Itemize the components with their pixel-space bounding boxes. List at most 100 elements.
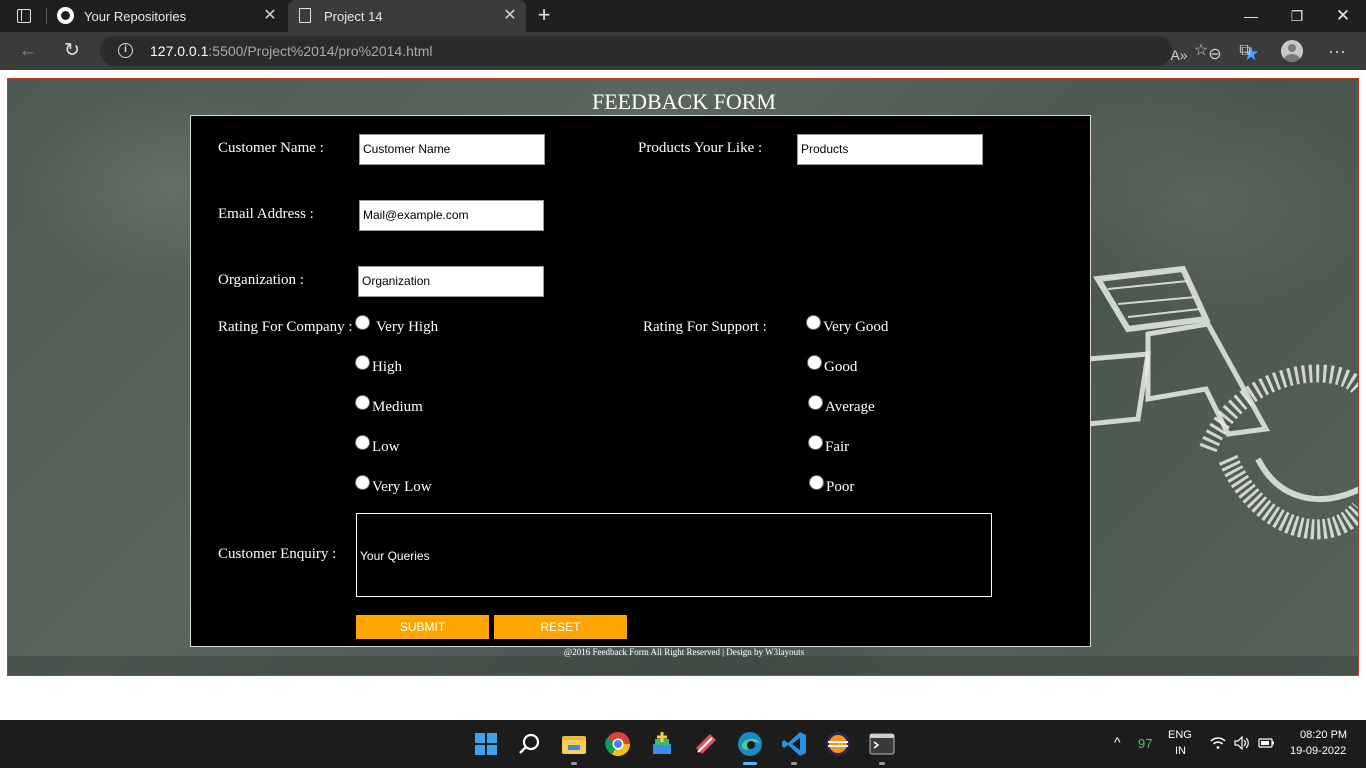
url-input[interactable]: i 127.0.0.1:5500/Project%2014/pro%2014.h… [100,36,1260,66]
feedback-form: Customer Name : Customer Name Products Y… [190,115,1091,647]
email-input[interactable]: Mail@example.com [359,200,544,231]
footer-copyright: @2016 Feedback Form All Right Reserved |… [563,647,805,657]
url-path: :5500/Project%2014/pro%2014.html [208,43,433,59]
running-indicator [571,762,577,765]
clock-time[interactable]: 08:20 PM [1300,729,1347,741]
radio-button[interactable] [808,435,823,450]
page-title: FEEDBACK FORM [592,89,776,114]
radio-label: High [372,359,402,375]
running-indicator [879,762,885,765]
company-rating-option[interactable]: Medium [355,395,423,416]
radio-button[interactable] [355,315,370,330]
windows-taskbar: ^ 97 ENG IN 08:20 PM 19-09-2022 [0,720,1366,768]
terminal-icon[interactable] [868,730,896,758]
tray-chevron-icon[interactable]: ^ [1114,734,1121,750]
products-value: Products [801,142,849,156]
radio-button[interactable] [809,475,824,490]
chalk-letters-decoration [1088,265,1358,540]
tab-close-icon[interactable]: ✕ [500,6,520,26]
browser-tab-bar: Your Repositories ✕ Project 14 ✕ + — ❐ ✕ [0,0,1366,32]
snipping-tool-icon[interactable] [692,730,720,758]
more-menu-icon[interactable]: ··· [1326,40,1348,62]
radio-button[interactable] [355,475,370,490]
app-installer-icon[interactable] [648,730,676,758]
email-value: Mail@example.com [363,208,469,222]
products-label: Products Your Like : [638,140,763,156]
organization-value: Organization [362,274,431,288]
tab-your-repositories[interactable]: Your Repositories ✕ [48,0,286,32]
tab-separator [46,8,47,24]
footer-strip [8,656,1358,675]
new-tab-button[interactable]: + [534,4,554,26]
profile-avatar-icon[interactable] [1281,40,1303,62]
radio-label: Low [372,439,400,455]
address-bar-row: ← ↻ i 127.0.0.1:5500/Project%2014/pro%20… [0,32,1366,70]
customer-name-input[interactable]: Customer Name [359,134,545,165]
site-info-icon[interactable]: i [118,43,133,58]
close-window-button[interactable]: ✕ [1320,4,1366,28]
chalkboard-background: FEEDBACK FORM Customer Name : Customer N… [7,78,1359,676]
region-indicator[interactable]: IN [1175,745,1186,757]
organization-input[interactable]: Organization [358,266,544,297]
company-rating-label: Rating For Company : [218,319,353,335]
file-explorer-icon[interactable] [560,730,588,758]
weather-value[interactable]: 97 [1138,736,1152,751]
radio-label: Fair [825,439,850,455]
clock-date[interactable]: 19-09-2022 [1290,745,1346,757]
tab-close-icon[interactable]: ✕ [260,6,280,26]
company-rating-option[interactable]: High [355,355,402,376]
organization-label: Organization : [218,272,304,288]
support-rating-option[interactable]: Poor [809,475,854,496]
radio-button[interactable] [808,395,823,410]
windows-start-icon[interactable] [472,730,500,758]
radio-label: Good [824,359,858,375]
support-rating-label: Rating For Support : [643,319,767,335]
collections-icon[interactable]: ⧉ [1234,40,1256,62]
support-rating-option[interactable]: Fair [808,435,849,456]
radio-label: Very Good [823,319,889,335]
radio-button[interactable] [355,355,370,370]
submit-button[interactable]: SUBMIT [356,615,489,639]
wifi-icon[interactable] [1210,736,1226,750]
tab-actions-icon[interactable] [10,6,38,26]
eclipse-icon[interactable] [824,730,852,758]
battery-icon[interactable] [1258,736,1276,750]
volume-icon[interactable] [1234,736,1250,750]
favorites-icon[interactable]: ☆ [1190,40,1212,62]
support-rating-option[interactable]: Very Good [806,315,888,336]
radio-button[interactable] [355,395,370,410]
vscode-icon[interactable] [780,730,808,758]
radio-button[interactable] [355,435,370,450]
enquiry-label: Customer Enquiry : [218,546,337,562]
radio-label: Medium [372,399,423,415]
search-icon[interactable] [516,730,544,758]
enquiry-placeholder: Your Queries [360,549,430,563]
radio-label: Very Low [372,479,432,495]
reset-button[interactable]: RESET [494,615,627,639]
enquiry-textarea[interactable]: Your Queries [356,513,992,597]
company-rating-option[interactable]: Very High [355,315,438,336]
tab-project-14[interactable]: Project 14 ✕ [288,0,526,32]
language-indicator[interactable]: ENG [1168,729,1192,741]
tab-title: Project 14 [324,9,383,24]
products-input[interactable]: Products [797,134,983,165]
maximize-button[interactable]: ❐ [1274,4,1320,28]
read-aloud-icon[interactable]: A» [1168,44,1190,66]
url-host: 127.0.0.1 [150,43,209,59]
running-indicator [791,762,797,765]
chrome-icon[interactable] [604,730,632,758]
edge-browser-icon[interactable] [736,730,764,758]
customer-name-value: Customer Name [363,142,451,156]
company-rating-option[interactable]: Low [355,435,400,456]
radio-label: Very High [376,319,439,335]
radio-label: Poor [826,479,855,495]
radio-button[interactable] [807,355,822,370]
support-rating-option[interactable]: Good [807,355,857,376]
support-rating-option[interactable]: Average [808,395,875,416]
back-arrow-icon[interactable]: ← [16,40,40,62]
tab-title: Your Repositories [84,9,187,24]
company-rating-option[interactable]: Very Low [355,475,432,496]
radio-button[interactable] [806,315,821,330]
reload-icon[interactable]: ↻ [60,40,84,62]
minimize-button[interactable]: — [1228,4,1274,28]
